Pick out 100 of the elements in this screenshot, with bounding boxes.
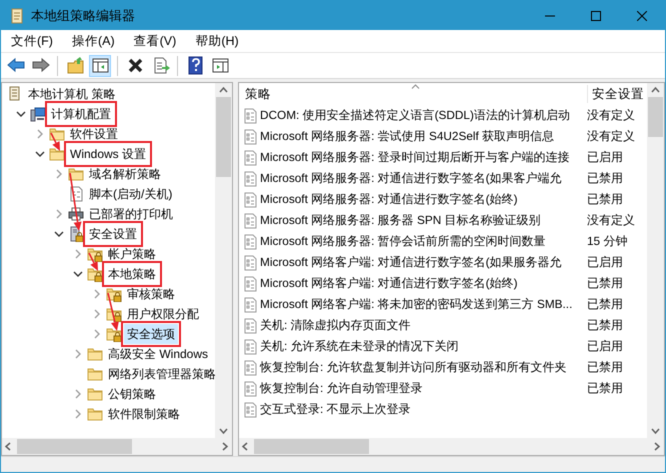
locked-folder-icon bbox=[87, 246, 103, 262]
table-cell: 没有定义 bbox=[587, 108, 635, 122]
tree-item[interactable]: 已部署的打印机 bbox=[86, 204, 176, 224]
vertical-scrollbar[interactable] bbox=[215, 83, 232, 438]
table-cell: 已禁用 bbox=[587, 360, 623, 374]
expand-icon[interactable] bbox=[73, 409, 83, 419]
expand-icon[interactable] bbox=[92, 309, 102, 319]
collapse-icon[interactable] bbox=[16, 109, 26, 119]
policy-icon bbox=[243, 296, 257, 312]
policy-icon bbox=[243, 108, 257, 124]
table-cell: 已禁用 bbox=[587, 296, 623, 311]
printer-icon bbox=[68, 206, 84, 222]
table-cell: 已禁用 bbox=[587, 380, 623, 395]
horizontal-scrollbar[interactable] bbox=[239, 438, 664, 455]
policy-icon bbox=[243, 150, 257, 166]
policy-icon bbox=[243, 276, 257, 292]
expand-icon[interactable] bbox=[73, 249, 83, 259]
menu-item[interactable]: 查看(V) bbox=[124, 32, 186, 50]
table-cell-text: Microsoft 网络服务器: 对通信进行数字签名(如果客户端允 bbox=[260, 170, 562, 187]
tree-item[interactable]: 高级安全 Windows bbox=[105, 344, 212, 364]
menu-item[interactable]: 帮助(H) bbox=[185, 32, 248, 50]
column-header[interactable]: 策略 bbox=[239, 84, 587, 104]
table-cell: 已启用 bbox=[587, 254, 623, 269]
tree-item[interactable]: 帐户策略 bbox=[105, 244, 159, 264]
table-cell-text: Microsoft 网络服务器: 服务器 SPN 目标名称验证级别 bbox=[260, 212, 540, 229]
table-cell-text: Microsoft 网络服务器: 尝试使用 S4U2Self 获取声明信息 bbox=[260, 128, 554, 145]
table-cell: 已禁用 bbox=[587, 318, 623, 332]
expand-icon[interactable] bbox=[92, 289, 102, 299]
table-cell-text: 交互式登录: 不显示上次登录 bbox=[260, 400, 411, 418]
table-cell: 已禁用 bbox=[587, 192, 623, 206]
expand-icon[interactable] bbox=[73, 349, 83, 359]
collapse-icon[interactable] bbox=[54, 229, 64, 239]
menu-item[interactable]: 操作(A) bbox=[62, 32, 124, 50]
table-cell-text: Microsoft 网络服务器: 对通信进行数字签名(始终) bbox=[260, 190, 518, 208]
tree-item[interactable]: 审核策略 bbox=[124, 284, 178, 304]
policy-icon bbox=[243, 402, 257, 418]
computer-icon bbox=[30, 106, 46, 122]
table-cell-text: 恢复控制台: 允许自动管理登录 bbox=[260, 380, 423, 397]
tree-item[interactable]: 安全设置 bbox=[86, 224, 140, 244]
table-cell-text: 关机: 清除虚拟内存页面文件 bbox=[260, 316, 411, 334]
table-cell-text: Microsoft 网络客户端: 将未加密的密码发送到第三方 SMB... bbox=[260, 296, 572, 313]
folder-icon bbox=[49, 126, 65, 142]
security-icon bbox=[68, 226, 84, 242]
folder-icon bbox=[87, 406, 103, 422]
table-cell: 已禁用 bbox=[587, 170, 623, 185]
tree-item[interactable]: 本地策略 bbox=[105, 264, 159, 284]
policy-icon bbox=[243, 192, 257, 208]
policy-icon bbox=[243, 318, 257, 334]
vertical-scrollbar[interactable] bbox=[647, 83, 664, 438]
locked-folder-icon bbox=[106, 286, 122, 302]
expand-icon[interactable] bbox=[73, 389, 83, 399]
tree-item[interactable]: Windows 设置 bbox=[67, 144, 150, 164]
menu-item[interactable]: 文件(F) bbox=[1, 32, 62, 50]
tree-item[interactable]: 计算机配置 bbox=[48, 104, 114, 124]
annotation-arrow bbox=[88, 252, 98, 271]
window-title: 本地组策略编辑器 bbox=[31, 6, 136, 25]
tree-item[interactable]: 安全选项 bbox=[124, 324, 178, 344]
locked-folder-icon bbox=[106, 326, 122, 342]
tree-item[interactable]: 用户权限分配 bbox=[124, 304, 202, 324]
table-cell-text: Microsoft 网络客户端: 对通信进行数字签名(如果服务器允 bbox=[260, 254, 562, 271]
policy-icon bbox=[243, 234, 257, 250]
tree-item[interactable]: 软件设置 bbox=[67, 124, 121, 144]
scroll-thumb[interactable] bbox=[216, 97, 231, 177]
scroll-thumb[interactable] bbox=[648, 97, 663, 137]
app-icon bbox=[9, 8, 25, 24]
expand-icon[interactable] bbox=[54, 209, 64, 219]
expand-icon[interactable] bbox=[35, 129, 45, 139]
scroll-thumb[interactable] bbox=[254, 439, 369, 454]
policy-icon bbox=[243, 170, 257, 186]
table-cell-text: 关机: 允许系统在未登录的情况下关闭 bbox=[260, 338, 459, 355]
policy-icon bbox=[243, 338, 257, 354]
expand-icon[interactable] bbox=[92, 329, 102, 339]
table-cell-text: Microsoft 网络客户端: 对通信进行数字签名(始终) bbox=[260, 274, 518, 292]
tree-item[interactable]: 域名解析策略 bbox=[86, 164, 164, 184]
tree-item[interactable]: 公钥策略 bbox=[105, 384, 159, 404]
tree-item[interactable]: 软件限制策略 bbox=[105, 404, 183, 424]
tree-item[interactable]: 脚本(启动/关机) bbox=[86, 184, 176, 204]
locked-folder-icon bbox=[87, 266, 103, 282]
policy-icon bbox=[243, 360, 257, 376]
policy-icon bbox=[243, 128, 257, 144]
table-cell: 15 分钟 bbox=[587, 234, 628, 248]
folder-icon bbox=[87, 366, 103, 382]
folder-icon bbox=[87, 386, 103, 402]
expand-icon[interactable] bbox=[54, 169, 64, 179]
folder-icon bbox=[49, 146, 65, 162]
tree-pane-button[interactable] bbox=[89, 54, 111, 76]
scroll-thumb[interactable] bbox=[17, 439, 132, 454]
close-icon[interactable] bbox=[637, 10, 647, 20]
table-cell: 已禁用 bbox=[587, 276, 623, 290]
policy-icon bbox=[243, 254, 257, 270]
table-cell: 已启用 bbox=[587, 338, 623, 353]
annotation-arrow bbox=[107, 292, 119, 331]
folder-icon bbox=[68, 166, 84, 182]
collapse-icon[interactable] bbox=[35, 149, 45, 159]
tree-item[interactable]: 本地计算机 策略 bbox=[25, 84, 118, 104]
collapse-icon[interactable] bbox=[73, 269, 83, 279]
folder-icon bbox=[87, 346, 103, 362]
table-cell-text: 恢复控制台: 允许软盘复制并访问所有驱动器和所有文件夹 bbox=[260, 358, 567, 376]
maximize-icon[interactable] bbox=[591, 10, 601, 20]
horizontal-scrollbar[interactable] bbox=[2, 438, 232, 455]
